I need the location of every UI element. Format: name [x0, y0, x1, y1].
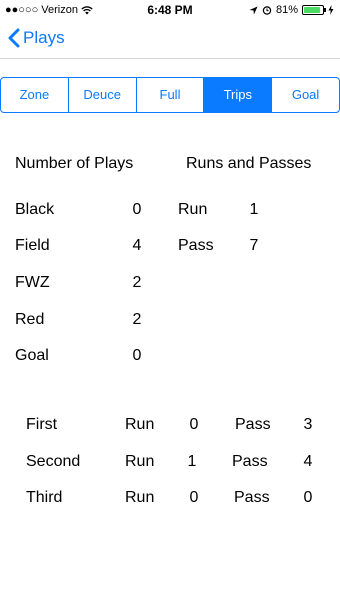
down-second-pass-label: Pass — [232, 453, 268, 470]
segment-full[interactable]: Full — [137, 78, 205, 112]
down-label-third: Third — [26, 489, 63, 506]
down-second-run-label: Run — [125, 453, 155, 470]
play-count-goal: 0 — [132, 347, 142, 364]
segment-goal[interactable]: Goal — [272, 78, 339, 112]
total-pass-count: 7 — [249, 237, 259, 254]
segment-zone[interactable]: Zone — [1, 78, 69, 112]
down-third-pass-count: 0 — [303, 489, 313, 506]
play-count-black: 0 — [132, 201, 142, 218]
play-label-goal: Goal — [15, 347, 49, 364]
segment-deuce[interactable]: Deuce — [69, 78, 137, 112]
status-bar: ●●○○○ Verizon 6:48 PM 81% — [0, 0, 340, 20]
play-label-field: Field — [15, 237, 50, 254]
chevron-left-icon — [8, 28, 20, 48]
back-button[interactable]: Plays — [8, 28, 65, 48]
status-right: 81% — [249, 4, 334, 16]
down-second-pass-count: 4 — [303, 453, 313, 470]
play-count-red: 2 — [132, 311, 142, 328]
play-label-fwz: FWZ — [15, 274, 50, 291]
number-of-plays-header: Number of Plays — [15, 155, 134, 172]
down-label-first: First — [26, 416, 58, 433]
play-count-fwz: 2 — [132, 274, 142, 291]
battery-icon — [302, 5, 326, 15]
down-third-pass-label: Pass — [234, 489, 270, 506]
battery-percent: 81% — [275, 4, 298, 16]
down-first-pass-count: 3 — [303, 416, 313, 433]
total-run-label: Run — [178, 201, 208, 218]
total-run-count: 1 — [249, 201, 259, 218]
play-label-black: Black — [15, 201, 55, 218]
back-button-label: Plays — [23, 28, 65, 47]
down-third-run-label: Run — [125, 489, 155, 506]
formation-segmented-control: Zone Deuce Full Trips Goal — [0, 77, 340, 113]
down-label-second: Second — [26, 453, 81, 470]
total-pass-label: Pass — [178, 237, 214, 254]
down-first-pass-label: Pass — [235, 416, 271, 433]
charging-bolt-icon — [328, 5, 334, 15]
segment-trips[interactable]: Trips — [204, 78, 273, 112]
play-count-field: 4 — [132, 237, 142, 254]
location-arrow-icon — [249, 5, 258, 15]
down-second-run-count: 1 — [187, 453, 197, 470]
alarm-icon — [262, 6, 272, 15]
navigation-bar: Plays — [0, 20, 340, 59]
down-third-run-count: 0 — [189, 489, 199, 506]
down-first-run-count: 0 — [189, 416, 199, 433]
down-first-run-label: Run — [125, 416, 155, 433]
play-label-red: Red — [15, 311, 45, 328]
runs-and-passes-header: Runs and Passes — [186, 155, 312, 172]
